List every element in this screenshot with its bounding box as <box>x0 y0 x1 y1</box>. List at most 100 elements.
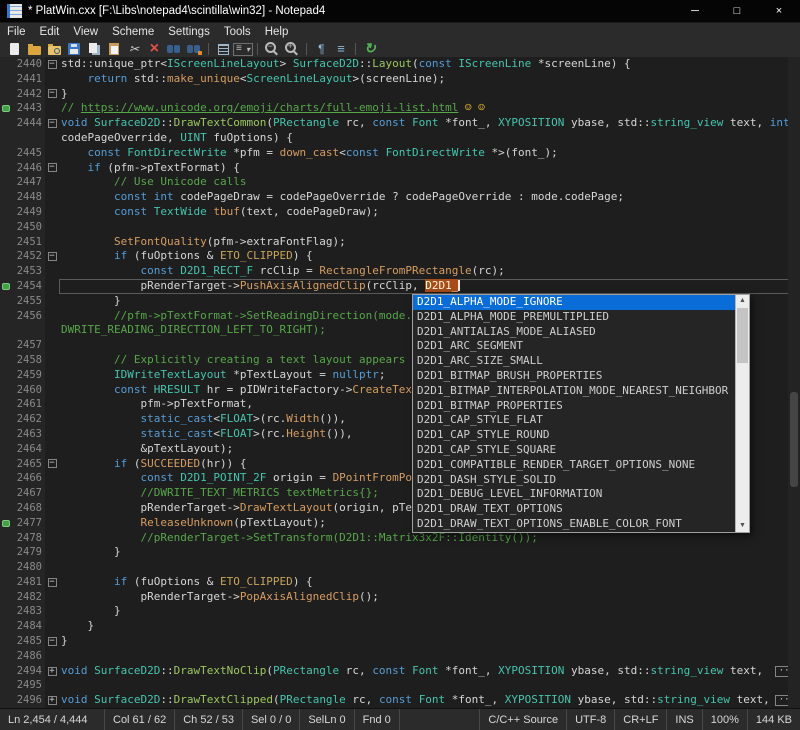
autocomplete-item[interactable]: D2D1_BITMAP_BRUSH_PROPERTIES <box>413 369 735 384</box>
code-line[interactable]: codePageOverride, UINT fuOptions) { <box>0 131 800 146</box>
line-number[interactable]: 2478 <box>12 531 45 546</box>
fold-margin[interactable] <box>45 175 59 190</box>
fold-margin[interactable] <box>45 338 59 353</box>
line-number[interactable]: 2483 <box>12 604 45 619</box>
bookmark-margin[interactable] <box>0 531 12 546</box>
bookmark-margin[interactable] <box>0 471 12 486</box>
line-number[interactable]: 2480 <box>12 560 45 575</box>
autocomplete-scrollbar-thumb[interactable] <box>737 308 748 363</box>
status-segment[interactable]: Sel 0 / 0 <box>243 709 300 730</box>
bookmark-margin[interactable] <box>0 146 12 161</box>
bookmark-margin[interactable] <box>0 693 12 708</box>
bookmark-margin[interactable] <box>0 249 12 264</box>
status-segment[interactable]: Ch 52 / 53 <box>175 709 243 730</box>
bookmark-margin[interactable] <box>0 338 12 353</box>
menu-view[interactable]: View <box>66 23 105 40</box>
code-line[interactable]: 2449 const TextWide tbuf(text, codePageD… <box>0 205 800 220</box>
encoding-button[interactable] <box>213 41 233 57</box>
autocomplete-item[interactable]: D2D1_DRAW_TEXT_OPTIONS_ENABLE_COLOR_FONT <box>413 517 735 532</box>
fold-toggle-icon[interactable]: − <box>48 637 57 646</box>
autocomplete-item[interactable]: D2D1_BITMAP_INTERPOLATION_MODE_NEAREST_N… <box>413 384 735 399</box>
menu-help[interactable]: Help <box>258 23 296 40</box>
bookmark-margin[interactable] <box>0 323 12 338</box>
fold-margin[interactable]: − <box>45 116 59 131</box>
fold-margin[interactable] <box>45 190 59 205</box>
fold-margin[interactable] <box>45 545 59 560</box>
line-number[interactable]: 2485 <box>12 634 45 649</box>
autocomplete-item[interactable]: D2D1_DRAW_TEXT_OPTIONS <box>413 502 735 517</box>
bookmark-margin[interactable] <box>0 427 12 442</box>
bookmark-margin[interactable] <box>0 649 12 664</box>
bookmark-margin[interactable] <box>0 590 12 605</box>
bookmark-margin[interactable] <box>0 116 12 131</box>
autocomplete-item[interactable]: D2D1_COMPATIBLE_RENDER_TARGET_OPTIONS_NO… <box>413 458 735 473</box>
bookmark-margin[interactable] <box>0 664 12 679</box>
line-number[interactable]: 2477 <box>12 516 45 531</box>
fold-margin[interactable] <box>45 412 59 427</box>
line-number[interactable]: 2458 <box>12 353 45 368</box>
code-line[interactable]: 2481− if (fuOptions & ETO_CLIPPED) { <box>0 575 800 590</box>
fold-margin[interactable] <box>45 442 59 457</box>
new-file-button[interactable] <box>4 41 24 57</box>
menu-tools[interactable]: Tools <box>217 23 258 40</box>
code-line[interactable]: 2480 <box>0 560 800 575</box>
line-number[interactable]: 2481 <box>12 575 45 590</box>
fold-margin[interactable] <box>45 279 59 294</box>
bookmark-margin[interactable] <box>0 486 12 501</box>
code-line[interactable]: 2485−} <box>0 634 800 649</box>
find-button[interactable] <box>164 41 184 57</box>
bookmark-margin[interactable] <box>0 634 12 649</box>
code-line[interactable]: 2454 pRenderTarget->PushAxisAlignedClip(… <box>0 279 800 294</box>
autocomplete-item[interactable]: D2D1_ALPHA_MODE_PREMULTIPLIED <box>413 310 735 325</box>
line-number[interactable]: 2494 <box>12 664 45 679</box>
code-line[interactable]: 2448 const int codePageDraw = codePageOv… <box>0 190 800 205</box>
bookmark-margin[interactable] <box>0 309 12 324</box>
fold-margin[interactable] <box>45 501 59 516</box>
fold-margin[interactable] <box>45 353 59 368</box>
fold-margin[interactable]: + <box>45 664 59 679</box>
fold-toggle-icon[interactable]: + <box>48 696 57 705</box>
fold-margin[interactable]: − <box>45 457 59 472</box>
fold-toggle-icon[interactable]: − <box>48 252 57 261</box>
menu-scheme[interactable]: Scheme <box>105 23 161 40</box>
status-segment[interactable]: CR+LF <box>614 709 666 730</box>
line-number[interactable]: 2454 <box>12 279 45 294</box>
fold-margin[interactable] <box>45 649 59 664</box>
minimize-button[interactable]: ─ <box>674 0 716 22</box>
code-line[interactable]: 2486 <box>0 649 800 664</box>
line-number[interactable]: 2455 <box>12 294 45 309</box>
fold-margin[interactable] <box>45 619 59 634</box>
fold-margin[interactable] <box>45 427 59 442</box>
code-line[interactable]: 2496+void SurfaceD2D::DrawTextClipped(PR… <box>0 693 800 708</box>
bookmark-margin[interactable] <box>0 131 12 146</box>
bookmark-margin[interactable] <box>0 604 12 619</box>
fold-margin[interactable] <box>45 101 59 116</box>
autocomplete-item[interactable]: D2D1_BITMAP_PROPERTIES <box>413 399 735 414</box>
line-number[interactable]: 2459 <box>12 368 45 383</box>
code-line[interactable]: 2482 pRenderTarget->PopAxisAlignedClip()… <box>0 590 800 605</box>
code-line[interactable]: 2445 const FontDirectWrite *pfm = down_c… <box>0 146 800 161</box>
scroll-up-icon[interactable]: ▲ <box>736 295 749 307</box>
line-number[interactable] <box>12 131 45 146</box>
bookmark-margin[interactable] <box>0 72 12 87</box>
menu-settings[interactable]: Settings <box>161 23 217 40</box>
bookmark-margin[interactable] <box>0 516 12 531</box>
fold-margin[interactable] <box>45 368 59 383</box>
bookmark-margin[interactable] <box>0 560 12 575</box>
status-segment[interactable]: 100% <box>702 709 747 730</box>
line-number[interactable]: 2449 <box>12 205 45 220</box>
autocomplete-scrollbar[interactable]: ▲ ▼ <box>735 295 749 532</box>
status-segment[interactable]: Fnd 0 <box>355 709 400 730</box>
fold-toggle-icon[interactable]: − <box>48 60 57 69</box>
code-line[interactable]: 2446− if (pfm->pTextFormat) { <box>0 161 800 176</box>
fold-margin[interactable] <box>45 131 59 146</box>
bookmark-margin[interactable] <box>0 501 12 516</box>
line-number[interactable]: 2496 <box>12 693 45 708</box>
code-line[interactable]: 2452− if (fuOptions & ETO_CLIPPED) { <box>0 249 800 264</box>
fold-toggle-icon[interactable]: − <box>48 89 57 98</box>
code-line[interactable]: 2479 } <box>0 545 800 560</box>
scroll-down-icon[interactable]: ▼ <box>736 520 749 532</box>
bookmark-margin[interactable] <box>0 619 12 634</box>
bookmark-margin[interactable] <box>0 575 12 590</box>
line-number[interactable]: 2465 <box>12 457 45 472</box>
